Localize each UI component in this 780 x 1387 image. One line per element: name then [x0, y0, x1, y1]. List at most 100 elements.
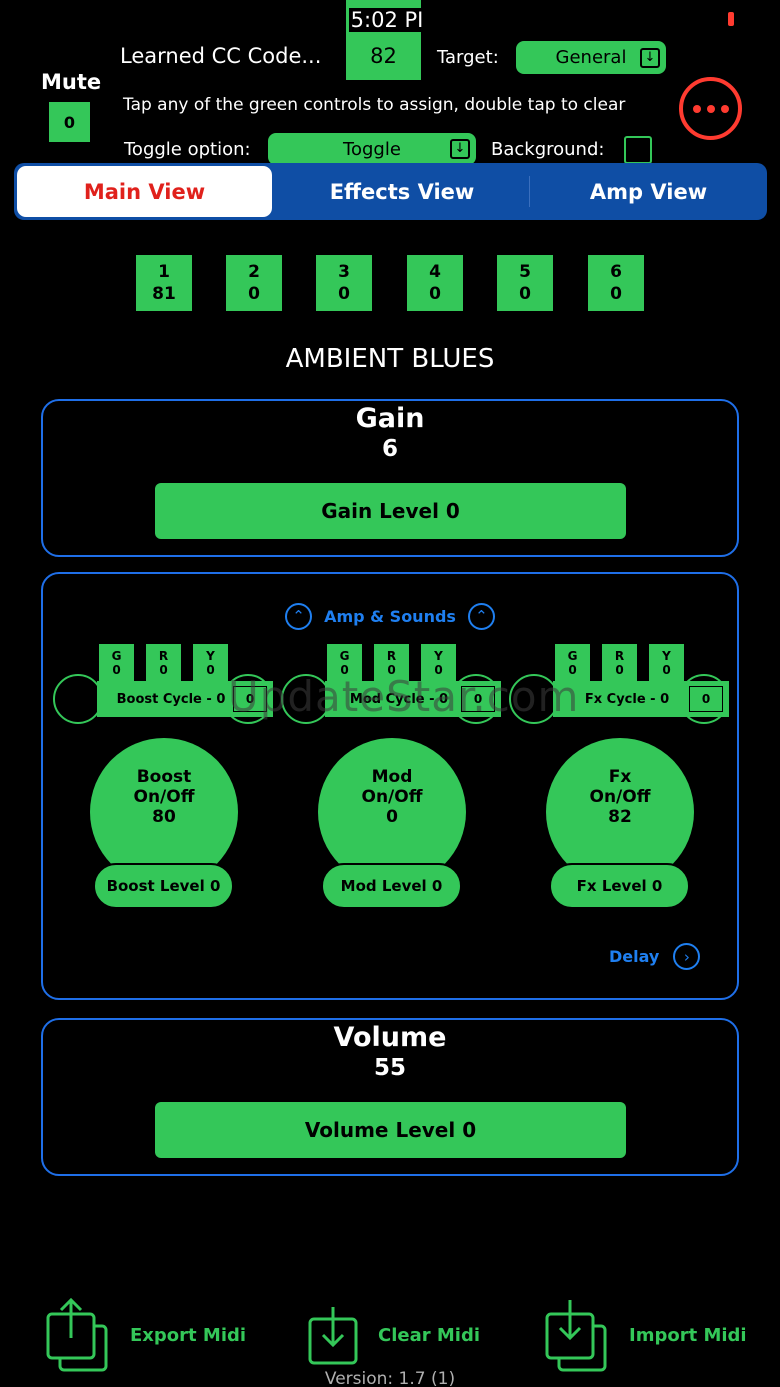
instructions-text: Tap any of the green controls to assign,… [123, 95, 626, 115]
g-label: G [339, 649, 350, 663]
boost-level-button[interactable]: Boost Level 0 [93, 863, 234, 909]
volume-title: Volume [333, 1022, 447, 1053]
r-value: 0 [159, 663, 168, 677]
y-label: Y [662, 649, 671, 663]
dropdown-arrow-icon: ↓ [450, 139, 470, 159]
view-segmented-control: Main View Effects View Amp View [14, 163, 767, 220]
boost-cycle-label: Boost Cycle - 0 [116, 691, 226, 707]
channel-number: 3 [338, 262, 350, 282]
battery-icon [728, 12, 734, 26]
channel-button-4[interactable]: 4 0 [407, 255, 463, 311]
boost-y-button[interactable]: Y0 [193, 644, 228, 682]
status-time: 5:02 PI [348, 8, 426, 32]
fx-name: Fx [608, 767, 632, 787]
mod-level-button[interactable]: Mod Level 0 [321, 863, 462, 909]
amp-sounds-title: Amp & Sounds [324, 606, 456, 626]
target-label: Target: [437, 47, 499, 68]
fx-cycle-value[interactable]: 0 [689, 686, 723, 712]
fx-y-button[interactable]: Y0 [649, 644, 684, 682]
y-value: 0 [662, 663, 671, 677]
learned-cc-value-box[interactable]: 5:02 PI 82 [346, 0, 426, 80]
volume-level-button[interactable]: Volume Level 0 [155, 1102, 626, 1158]
delay-label: Delay [609, 947, 660, 966]
onoff-label: On/Off [589, 787, 651, 807]
clear-download-icon [308, 1307, 358, 1365]
preset-name: AMBIENT BLUES [285, 344, 495, 374]
tab-effects-view[interactable]: Effects View [276, 163, 528, 220]
channel-button-2[interactable]: 2 0 [226, 255, 282, 311]
export-midi-button[interactable]: Export Midi [46, 1298, 246, 1372]
clear-midi-label: Clear Midi [378, 1324, 481, 1346]
channel-button-6[interactable]: 6 0 [588, 255, 644, 311]
boost-value: 80 [152, 807, 176, 827]
chevron-right-icon: › [673, 943, 701, 970]
learned-cc-value: 82 [370, 44, 397, 68]
channel-value: 0 [248, 284, 260, 304]
target-dropdown[interactable]: General ↓ [516, 41, 666, 74]
channel-value: 0 [519, 284, 531, 304]
channel-number: 2 [248, 262, 260, 282]
more-dots-icon [692, 104, 701, 113]
boost-name: Boost [136, 767, 192, 787]
dropdown-arrow-icon: ↓ [640, 47, 660, 68]
onoff-label: On/Off [133, 787, 195, 807]
fx-cycle-label: Fx Cycle - 0 [584, 691, 670, 707]
mute-label: Mute [41, 70, 102, 94]
gain-value: 6 [381, 436, 398, 462]
more-options-button[interactable] [679, 77, 742, 140]
toggle-option-label: Toggle option: [124, 139, 251, 160]
tab-main-view[interactable]: Main View [17, 166, 272, 217]
channel-value: 0 [338, 284, 350, 304]
toggle-option-dropdown[interactable]: Toggle ↓ [268, 133, 476, 165]
version-text: Version: 1.7 (1) [324, 1369, 456, 1387]
volume-value: 55 [373, 1055, 406, 1081]
mod-value: 0 [386, 807, 398, 827]
tab-amp-view[interactable]: Amp View [530, 163, 767, 220]
gain-level-button[interactable]: Gain Level 0 [155, 483, 626, 539]
mute-button[interactable]: 0 [49, 102, 90, 142]
delay-nav[interactable]: Delay › [609, 943, 701, 970]
r-label: R [614, 649, 625, 663]
r-label: R [386, 649, 397, 663]
chevron-up-icon[interactable]: ⌃ [285, 602, 313, 630]
channel-button-3[interactable]: 3 0 [316, 255, 372, 311]
boost-cycle-left-ring[interactable] [53, 674, 103, 724]
mod-name: Mod [371, 767, 413, 787]
channel-value: 0 [610, 284, 622, 304]
y-label: Y [434, 649, 443, 663]
channel-number: 6 [610, 262, 622, 282]
target-value: General [555, 47, 627, 68]
fx-r-button[interactable]: R0 [602, 644, 637, 682]
import-icon [545, 1300, 607, 1372]
chevron-up-icon[interactable]: ⌃ [467, 602, 495, 630]
boost-r-button[interactable]: R0 [146, 644, 181, 682]
onoff-label: On/Off [361, 787, 423, 807]
gain-title: Gain [355, 403, 425, 434]
export-midi-label: Export Midi [130, 1324, 247, 1346]
volume-panel: Volume 55 Volume Level 0 [41, 1018, 739, 1176]
background-checkbox[interactable] [624, 136, 652, 164]
g-label: G [111, 649, 122, 663]
learned-cc-label: Learned CC Code... [120, 44, 322, 68]
channel-number: 4 [429, 262, 441, 282]
channel-number: 1 [158, 262, 170, 282]
boost-g-button[interactable]: G0 [99, 644, 134, 682]
y-label: Y [206, 649, 215, 663]
watermark: UpdateStar.com [228, 672, 580, 721]
import-midi-button[interactable]: Import Midi [545, 1298, 747, 1372]
channel-button-5[interactable]: 5 0 [497, 255, 553, 311]
channel-value: 81 [152, 284, 176, 304]
channel-number: 5 [519, 262, 531, 282]
fx-level-button[interactable]: Fx Level 0 [549, 863, 690, 909]
r-label: R [158, 649, 169, 663]
g-value: 0 [112, 663, 121, 677]
channel-button-1[interactable]: 1 81 [136, 255, 192, 311]
gain-panel: Gain 6 Gain Level 0 [41, 399, 739, 557]
r-value: 0 [615, 663, 624, 677]
channel-value: 0 [429, 284, 441, 304]
amp-sounds-header: ⌃ Amp & Sounds ⌃ [285, 601, 495, 631]
g-label: G [567, 649, 578, 663]
import-midi-label: Import Midi [629, 1324, 747, 1346]
fx-value: 82 [608, 807, 632, 827]
clear-midi-button[interactable]: Clear Midi [308, 1305, 480, 1365]
